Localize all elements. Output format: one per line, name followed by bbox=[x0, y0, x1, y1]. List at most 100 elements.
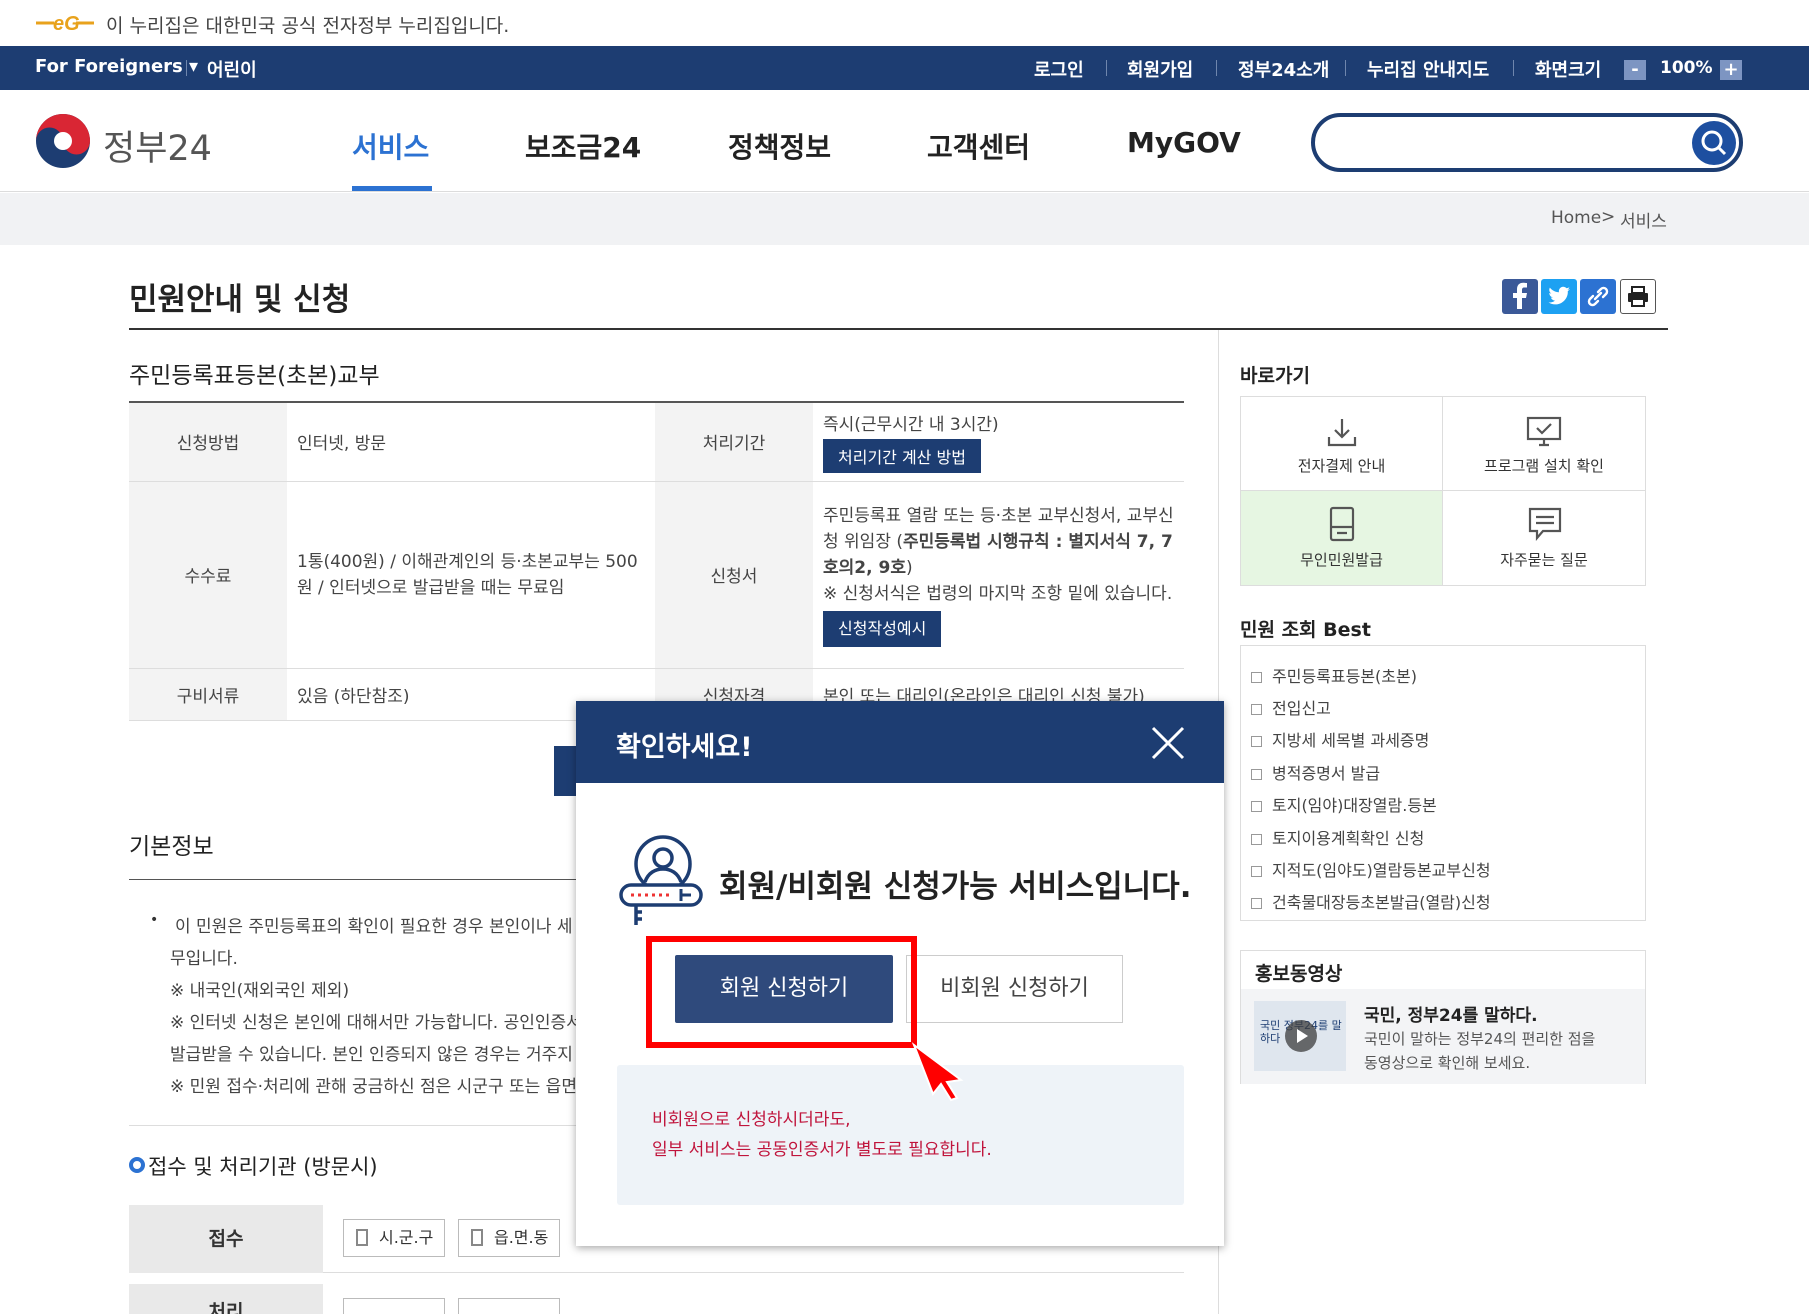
screen-size-label: 화면크기 bbox=[1535, 60, 1602, 81]
list-item-label: 토지(임야)대장열람.등본 bbox=[1272, 796, 1437, 815]
basic-info-line: ※ 민원 접수·처리에 관해 궁금하신 점은 시군구 또는 읍면 bbox=[170, 1077, 577, 1097]
receive-label: 접수 bbox=[129, 1205, 323, 1273]
nav-customer-center[interactable]: 고객센터 bbox=[927, 126, 1030, 166]
breadcrumb-home[interactable]: Home bbox=[1551, 208, 1601, 228]
about-link[interactable]: 정부24소개 bbox=[1238, 56, 1329, 82]
sitemap-link[interactable]: 누리집 안내지도 bbox=[1367, 56, 1489, 82]
nav-mygov[interactable]: MyGOV bbox=[1127, 126, 1241, 159]
divider bbox=[1106, 60, 1107, 76]
list-item[interactable]: 병적증명서 발급 bbox=[1251, 760, 1380, 784]
promo-headline[interactable]: 국민, 정부24를 말하다. bbox=[1364, 1001, 1538, 1026]
list-item[interactable]: 토지이용계획확인 신청 bbox=[1251, 825, 1424, 849]
divider bbox=[1216, 60, 1217, 76]
quick-link-epayment[interactable]: 전자결제 안내 bbox=[1241, 397, 1443, 491]
list-item-label: 병적증명서 발급 bbox=[1272, 764, 1381, 783]
period-value: 즉시(근무시간 내 3시간) bbox=[823, 415, 999, 436]
square-bullet-icon bbox=[1251, 672, 1262, 683]
close-icon[interactable] bbox=[1148, 723, 1188, 763]
form-note: ※ 신청서식은 법령의 마지막 조항 밑에 있습니다. bbox=[823, 583, 1173, 604]
breadcrumb: Home > 서비스 bbox=[0, 193, 1809, 245]
nav-policy-info[interactable]: 정책정보 bbox=[728, 126, 831, 166]
service-info-table: 신청방법 인터넷, 방문 처리기간 즉시(근무시간 내 3시간) 처리기간 계산… bbox=[129, 401, 1184, 721]
gov-banner: eG 이 누리집은 대한민국 공식 전자정부 누리집입니다. bbox=[0, 0, 1809, 46]
quick-link-program-check[interactable]: 프로그램 설치 확인 bbox=[1443, 397, 1645, 491]
twitter-share-button[interactable] bbox=[1541, 279, 1577, 314]
service-name: 주민등록표등본(초본)교부 bbox=[129, 363, 380, 389]
for-foreigners-menu[interactable]: For Foreigners ▾ bbox=[35, 56, 198, 77]
square-bullet-icon bbox=[1251, 801, 1262, 812]
egov-logo: eG bbox=[36, 13, 94, 34]
facebook-icon bbox=[1513, 282, 1527, 309]
highlight-box bbox=[646, 936, 917, 1048]
form-label: 신청서 bbox=[655, 481, 813, 669]
kiosk-icon bbox=[1329, 506, 1355, 542]
search-button[interactable] bbox=[1692, 121, 1736, 165]
breadcrumb-current: 서비스 bbox=[1620, 212, 1667, 232]
facebook-share-button[interactable] bbox=[1502, 279, 1538, 314]
notice-line: 일부 서비스는 공동인증서가 별도로 필요합니다. bbox=[652, 1140, 992, 1160]
user-login-icon bbox=[619, 835, 703, 925]
table-row: 신청방법 인터넷, 방문 처리기간 즉시(근무시간 내 3시간) 처리기간 계산… bbox=[129, 401, 1184, 482]
promo-description: 국민이 말하는 정부24의 편리한 점을 bbox=[1364, 1030, 1596, 1048]
quick-link-label: 자주묻는 질문 bbox=[1500, 551, 1588, 569]
modal-header: 확인하세요! bbox=[576, 701, 1224, 783]
utility-bar: For Foreigners ▾ 어린이 로그인 회원가입 정부24소개 누리집… bbox=[0, 46, 1809, 90]
kids-link[interactable]: 어린이 bbox=[207, 56, 257, 82]
list-item[interactable]: 지적도(임야도)열람등본교부신청 bbox=[1251, 857, 1491, 881]
nav-services[interactable]: 서비스 bbox=[352, 126, 429, 166]
search-input[interactable] bbox=[1311, 113, 1743, 172]
list-item[interactable]: 지방세 세목별 과세증명 bbox=[1251, 727, 1429, 751]
fee-value: 1통(400원) / 이해관계인의 등·초본교부는 500원 / 인터넷으로 발… bbox=[287, 481, 655, 669]
signup-link[interactable]: 회원가입 bbox=[1127, 56, 1193, 82]
list-item[interactable]: 주민등록표등본(초본) bbox=[1251, 663, 1417, 687]
method-label: 신청방법 bbox=[129, 401, 287, 482]
square-bullet-icon bbox=[1251, 736, 1262, 747]
square-bullet-icon bbox=[1251, 834, 1262, 845]
best-list: 주민등록표등본(초본) 전입신고 지방세 세목별 과세증명 병적증명서 발급 토… bbox=[1240, 645, 1646, 921]
page-title: 민원안내 및 신청 bbox=[129, 282, 351, 318]
divider bbox=[1513, 60, 1514, 76]
notice-line: 비회원으로 신청하시더라도, bbox=[652, 1110, 851, 1130]
form-cell: 주민등록표 열람 또는 등·초본 교부신청서, 교부신청 위임장 (주민등록법 … bbox=[813, 481, 1184, 669]
office-eupmyeondong-button[interactable] bbox=[458, 1298, 560, 1314]
search-icon bbox=[1701, 130, 1727, 156]
square-bullet-icon bbox=[1251, 898, 1262, 909]
quick-link-kiosk[interactable]: 무인민원발급 bbox=[1241, 491, 1443, 585]
promo-video-box: 홍보동영상 국민 정부24를 말하다 국민, 정부24를 말하다. 국민이 말하… bbox=[1240, 950, 1646, 1084]
login-link[interactable]: 로그인 bbox=[1034, 56, 1084, 82]
promo-description: 동영상으로 확인해 보세요. bbox=[1364, 1054, 1531, 1072]
period-cell: 즉시(근무시간 내 3시간) 처리기간 계산 방법 bbox=[813, 401, 1184, 482]
bullet-icon: • bbox=[150, 912, 159, 928]
building-icon bbox=[471, 1229, 483, 1246]
zoom-value: 100% bbox=[1660, 58, 1713, 78]
promo-thumbnail[interactable]: 국민 정부24를 말하다 bbox=[1254, 1001, 1346, 1071]
list-item[interactable]: 전입신고 bbox=[1251, 695, 1331, 719]
gov-logo-icon[interactable] bbox=[33, 111, 93, 171]
basic-info-title: 기본정보 bbox=[129, 834, 214, 860]
notice-text: 비회원으로 신청하시더라도, 일부 서비스는 공동인증서가 별도로 필요합니다. bbox=[652, 1105, 992, 1165]
nav-subsidy24[interactable]: 보조금24 bbox=[525, 126, 641, 166]
period-calc-button[interactable]: 처리기간 계산 방법 bbox=[823, 439, 981, 474]
print-button[interactable] bbox=[1620, 279, 1656, 314]
list-item[interactable]: 건축물대장등초본발급(열람)신청 bbox=[1251, 889, 1491, 913]
zoom-out-button[interactable]: - bbox=[1624, 60, 1646, 80]
building-icon bbox=[356, 1229, 368, 1246]
nonmember-apply-button[interactable]: 비회원 신청하기 bbox=[906, 955, 1123, 1023]
office-sigungu-button[interactable] bbox=[343, 1298, 445, 1314]
form-example-button[interactable]: 신청작성예시 bbox=[823, 610, 942, 647]
site-logo-text[interactable]: 정부24 bbox=[103, 120, 212, 171]
title-divider bbox=[129, 328, 1668, 330]
list-item-label: 주민등록표등본(초본) bbox=[1272, 667, 1417, 686]
list-item[interactable]: 토지(임야)대장열람.등본 bbox=[1251, 792, 1437, 816]
modal-title: 확인하세요! bbox=[616, 732, 753, 763]
quick-link-faq[interactable]: 자주묻는 질문 bbox=[1443, 491, 1645, 585]
twitter-icon bbox=[1548, 286, 1570, 305]
basic-info-line: 이 민원은 주민등록표의 확인이 필요한 경우 본인이나 세 bbox=[175, 917, 573, 937]
copy-link-button[interactable] bbox=[1580, 279, 1616, 314]
list-item-label: 지방세 세목별 과세증명 bbox=[1272, 731, 1430, 750]
svg-text:eG: eG bbox=[53, 13, 80, 34]
notice-box: 비회원으로 신청하시더라도, 일부 서비스는 공동인증서가 별도로 필요합니다. bbox=[617, 1065, 1184, 1205]
zoom-in-button[interactable]: + bbox=[1720, 60, 1742, 80]
list-item-label: 토지이용계획확인 신청 bbox=[1272, 829, 1425, 848]
docs-label: 구비서류 bbox=[129, 668, 287, 721]
